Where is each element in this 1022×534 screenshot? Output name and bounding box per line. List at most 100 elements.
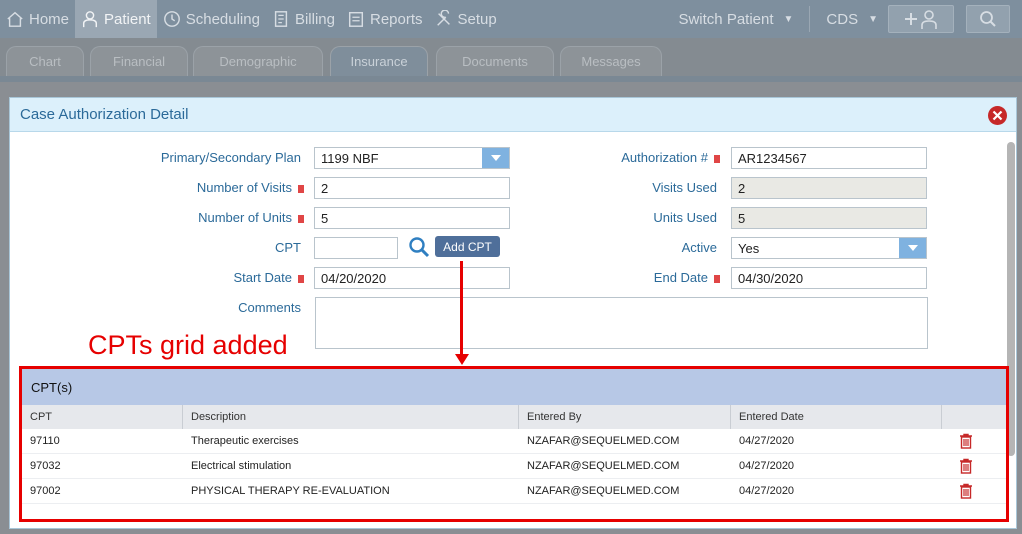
start-date-input[interactable]: 04/20/2020: [314, 267, 510, 289]
entered-date-cell: 04/27/2020: [739, 485, 795, 497]
cpt-cell: 97110: [30, 435, 60, 447]
delete-button[interactable]: [942, 429, 990, 453]
user-icon: [82, 11, 98, 28]
auth-no-input[interactable]: AR1234567: [731, 147, 927, 169]
modal-title: Case Authorization Detail: [20, 106, 189, 123]
column-header-description[interactable]: Description: [183, 405, 519, 429]
chevron-down-icon[interactable]: [482, 148, 509, 168]
cpt-cell: 97032: [30, 460, 61, 472]
add-cpt-button[interactable]: Add CPT: [435, 236, 500, 257]
visits-used-input: 2: [731, 177, 927, 199]
case-authorization-modal: Case Authorization Detail Primary/Second…: [9, 97, 1017, 529]
primary-plan-label: Primary/Secondary Plan: [161, 150, 301, 165]
nav-home[interactable]: Home: [0, 0, 75, 38]
start-date-value: 04/20/2020: [321, 270, 387, 286]
cpt-cell: 97002: [30, 485, 61, 497]
nav-setup-label: Setup: [457, 10, 497, 28]
cpt-input[interactable]: [314, 237, 398, 259]
entered-date-cell: 04/27/2020: [739, 435, 795, 447]
comments-label: Comments: [238, 300, 301, 315]
annotation-arrowhead: [455, 354, 469, 365]
column-header-entered-by[interactable]: Entered By: [519, 405, 731, 429]
nav-patient-label: Patient: [104, 10, 151, 28]
search-button[interactable]: [966, 5, 1010, 33]
tab-chart[interactable]: Chart: [6, 46, 84, 76]
units-used-label: Units Used: [653, 210, 717, 225]
end-date-label-text: End Date: [653, 270, 708, 285]
nav-scheduling-label: Scheduling: [185, 10, 260, 28]
visits-used-label: Visits Used: [652, 180, 717, 195]
cpt-label-text: CPT: [275, 240, 301, 255]
nav-billing[interactable]: Billing: [266, 0, 341, 38]
visits-used-label-text: Visits Used: [652, 180, 717, 195]
delete-button[interactable]: [942, 454, 990, 478]
chevron-down-icon[interactable]: [899, 238, 926, 258]
close-button[interactable]: [988, 106, 1007, 125]
active-select[interactable]: Yes: [731, 237, 927, 259]
primary-plan-value: 1199 NBF: [321, 150, 379, 166]
visits-used-value: 2: [738, 180, 746, 196]
tab-insurance[interactable]: Insurance: [330, 46, 428, 76]
comments-label-text: Comments: [238, 300, 301, 315]
delete-button[interactable]: [942, 479, 990, 503]
reports-icon: [348, 11, 364, 27]
num-units-value: 5: [321, 210, 329, 226]
required-marker: [298, 274, 304, 283]
trash-icon: [960, 433, 972, 449]
nav-patient[interactable]: Patient: [75, 0, 157, 38]
end-date-label: End Date: [654, 270, 720, 285]
start-date-label: Start Date: [233, 270, 304, 285]
top-nav: Home Patient Scheduling Billing Reports …: [0, 0, 1022, 38]
active-value: Yes: [738, 240, 760, 256]
primary-plan-select[interactable]: 1199 NBF: [314, 147, 510, 169]
table-row[interactable]: 97110 Therapeutic exercises NZAFAR@SEQUE…: [22, 429, 1006, 454]
nav-setup[interactable]: Setup: [429, 0, 503, 38]
tab-messages[interactable]: Messages: [560, 46, 662, 76]
units-used-label-text: Units Used: [653, 210, 717, 225]
num-units-input[interactable]: 5: [314, 207, 510, 229]
cpt-grid-header: CPT Description Entered By Entered Date: [22, 405, 1006, 429]
home-icon: [7, 11, 23, 27]
start-date-label-text: Start Date: [233, 270, 292, 285]
trash-icon: [960, 458, 972, 474]
auth-no-label: Authorization #: [621, 150, 720, 165]
required-marker: [714, 154, 720, 163]
billing-icon: [274, 11, 288, 27]
comments-textarea[interactable]: [315, 297, 928, 349]
num-visits-input[interactable]: 2: [314, 177, 510, 199]
units-used-input: 5: [731, 207, 927, 229]
modal-header: Case Authorization Detail: [10, 98, 1016, 132]
nav-scheduling[interactable]: Scheduling: [157, 0, 266, 38]
clock-icon: [163, 11, 180, 27]
table-row[interactable]: 97002 PHYSICAL THERAPY RE-EVALUATION NZA…: [22, 479, 1006, 504]
nav-reports-label: Reports: [369, 10, 423, 28]
description-cell: PHYSICAL THERAPY RE-EVALUATION: [191, 485, 390, 497]
cds-dropdown[interactable]: CDS ▼: [816, 11, 888, 28]
required-marker: [714, 274, 720, 283]
close-icon: [992, 110, 1003, 121]
column-header-entered-date[interactable]: Entered Date: [731, 405, 942, 429]
chevron-down-icon: ▼: [783, 13, 794, 25]
add-patient-button[interactable]: [888, 5, 954, 33]
end-date-input[interactable]: 04/30/2020: [731, 267, 927, 289]
table-row[interactable]: 97032 Electrical stimulation NZAFAR@SEQU…: [22, 454, 1006, 479]
tab-financial[interactable]: Financial: [90, 46, 188, 76]
tab-documents[interactable]: Documents: [436, 46, 554, 76]
cpt-label: CPT: [275, 240, 301, 255]
description-cell: Electrical stimulation: [191, 460, 292, 472]
units-used-value: 5: [738, 210, 746, 226]
tab-demographic[interactable]: Demographic: [193, 46, 323, 76]
column-header-cpt[interactable]: CPT: [22, 405, 183, 429]
entered-date-cell: 04/27/2020: [739, 460, 795, 472]
nav-billing-label: Billing: [294, 10, 335, 28]
num-visits-value: 2: [321, 180, 329, 196]
cpt-grid-title: CPT(s): [22, 369, 1006, 405]
entered-by-cell: NZAFAR@SEQUELMED.COM: [527, 485, 680, 497]
nav-reports[interactable]: Reports: [341, 0, 429, 38]
cpt-grid-highlight: CPT(s) CPT Description Entered By Entere…: [19, 366, 1009, 522]
chevron-down-icon: ▼: [868, 13, 878, 25]
switch-patient-label: Switch Patient: [678, 10, 774, 28]
switch-patient-dropdown[interactable]: Switch Patient ▼: [668, 11, 803, 28]
search-icon[interactable]: [408, 236, 430, 258]
active-label-text: Active: [681, 240, 717, 255]
